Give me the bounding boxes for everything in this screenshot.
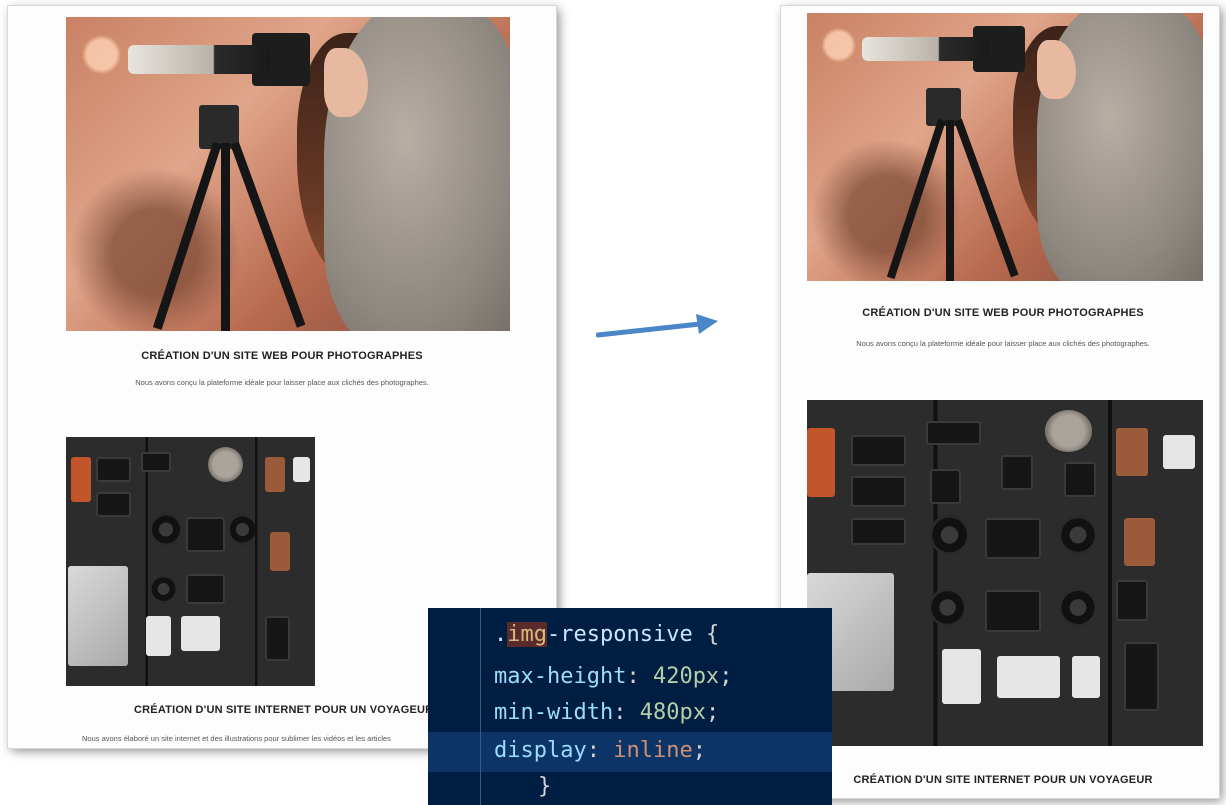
css-code-snippet: .img-responsive { max-height: 420px; min…	[428, 608, 832, 805]
open-brace: {	[692, 622, 720, 647]
selector-prefix: .	[494, 622, 508, 647]
right-arrow-icon	[596, 314, 718, 338]
card-title-voyageur: CRÉATION D'UN SITE INTERNET POUR UN VOYA…	[853, 774, 1153, 786]
photographer-image	[807, 13, 1203, 281]
editor-gutter	[480, 608, 481, 805]
css-rule-min-width: min-width: 480px;	[494, 700, 720, 725]
rule-value: 420px	[652, 664, 720, 689]
after-page-panel: CRÉATION D'UN SITE WEB POUR PHOTOGRAPHES…	[781, 6, 1219, 798]
css-rule-display: display: inline;	[494, 738, 706, 763]
css-rule-max-height: max-height: 420px;	[494, 664, 733, 689]
close-brace: }	[538, 774, 552, 799]
card-title-voyageur: CRÉATION D'UN SITE INTERNET POUR UN VOYA…	[134, 704, 434, 716]
card-description-photographes: Nous avons conçu la plateforme idéale po…	[856, 339, 1150, 348]
card-title-photographes: CRÉATION D'UN SITE WEB POUR PHOTOGRAPHES	[862, 307, 1144, 319]
css-selector-line: .img-responsive {	[494, 622, 719, 647]
selector-rest: -responsive	[547, 622, 693, 647]
rule-property: max-height	[494, 664, 627, 689]
camera-gear-image	[66, 437, 315, 686]
rule-value: inline	[613, 738, 693, 763]
rule-property: display	[494, 738, 587, 763]
rule-property: min-width	[494, 700, 614, 725]
card-title-photographes: CRÉATION D'UN SITE WEB POUR PHOTOGRAPHES	[141, 350, 423, 362]
camera-gear-image	[807, 400, 1203, 746]
selector-highlight: img	[507, 622, 547, 647]
rule-value: 480px	[639, 700, 706, 725]
photographer-image	[66, 17, 510, 331]
card-description-voyageur: Nous avons élaboré un site internet et d…	[82, 734, 391, 743]
card-description-photographes: Nous avons conçu la plateforme idéale po…	[135, 378, 429, 387]
